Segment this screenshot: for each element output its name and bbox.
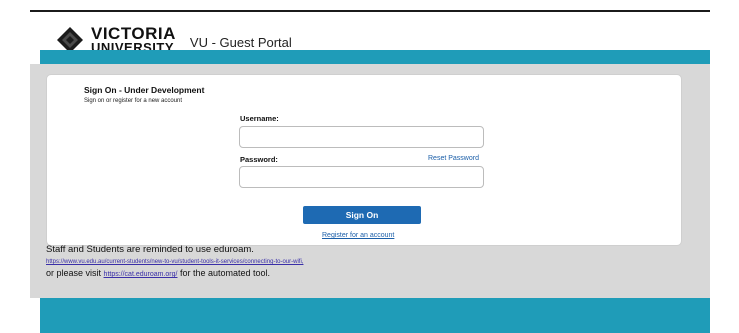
- username-label: Username:: [240, 114, 279, 123]
- password-input[interactable]: [239, 166, 484, 188]
- eduroam-tool-line: or please visit https://cat.eduroam.org/…: [46, 268, 270, 278]
- vu-wifi-link[interactable]: https://www.vu.edu.au/current-students/n…: [46, 259, 303, 265]
- signon-title: Sign On - Under Development: [84, 85, 205, 95]
- portal-title: VU - Guest Portal: [189, 34, 292, 50]
- register-link[interactable]: Register for an account: [322, 232, 394, 239]
- signon-subtitle: Sign on or register for a new account: [84, 98, 183, 104]
- notice-suffix: for the automated tool.: [180, 268, 271, 278]
- username-input[interactable]: [239, 126, 484, 148]
- signon-button[interactable]: Sign On: [303, 206, 421, 224]
- notice-prefix: or please visit: [46, 268, 102, 278]
- password-label: Password:: [240, 155, 278, 164]
- eduroam-cat-link[interactable]: https://cat.eduroam.org/: [104, 271, 178, 278]
- reset-password-link[interactable]: Reset Password: [428, 155, 479, 162]
- eduroam-notice: Staff and Students are reminded to use e…: [46, 244, 254, 255]
- top-divider: [30, 10, 710, 12]
